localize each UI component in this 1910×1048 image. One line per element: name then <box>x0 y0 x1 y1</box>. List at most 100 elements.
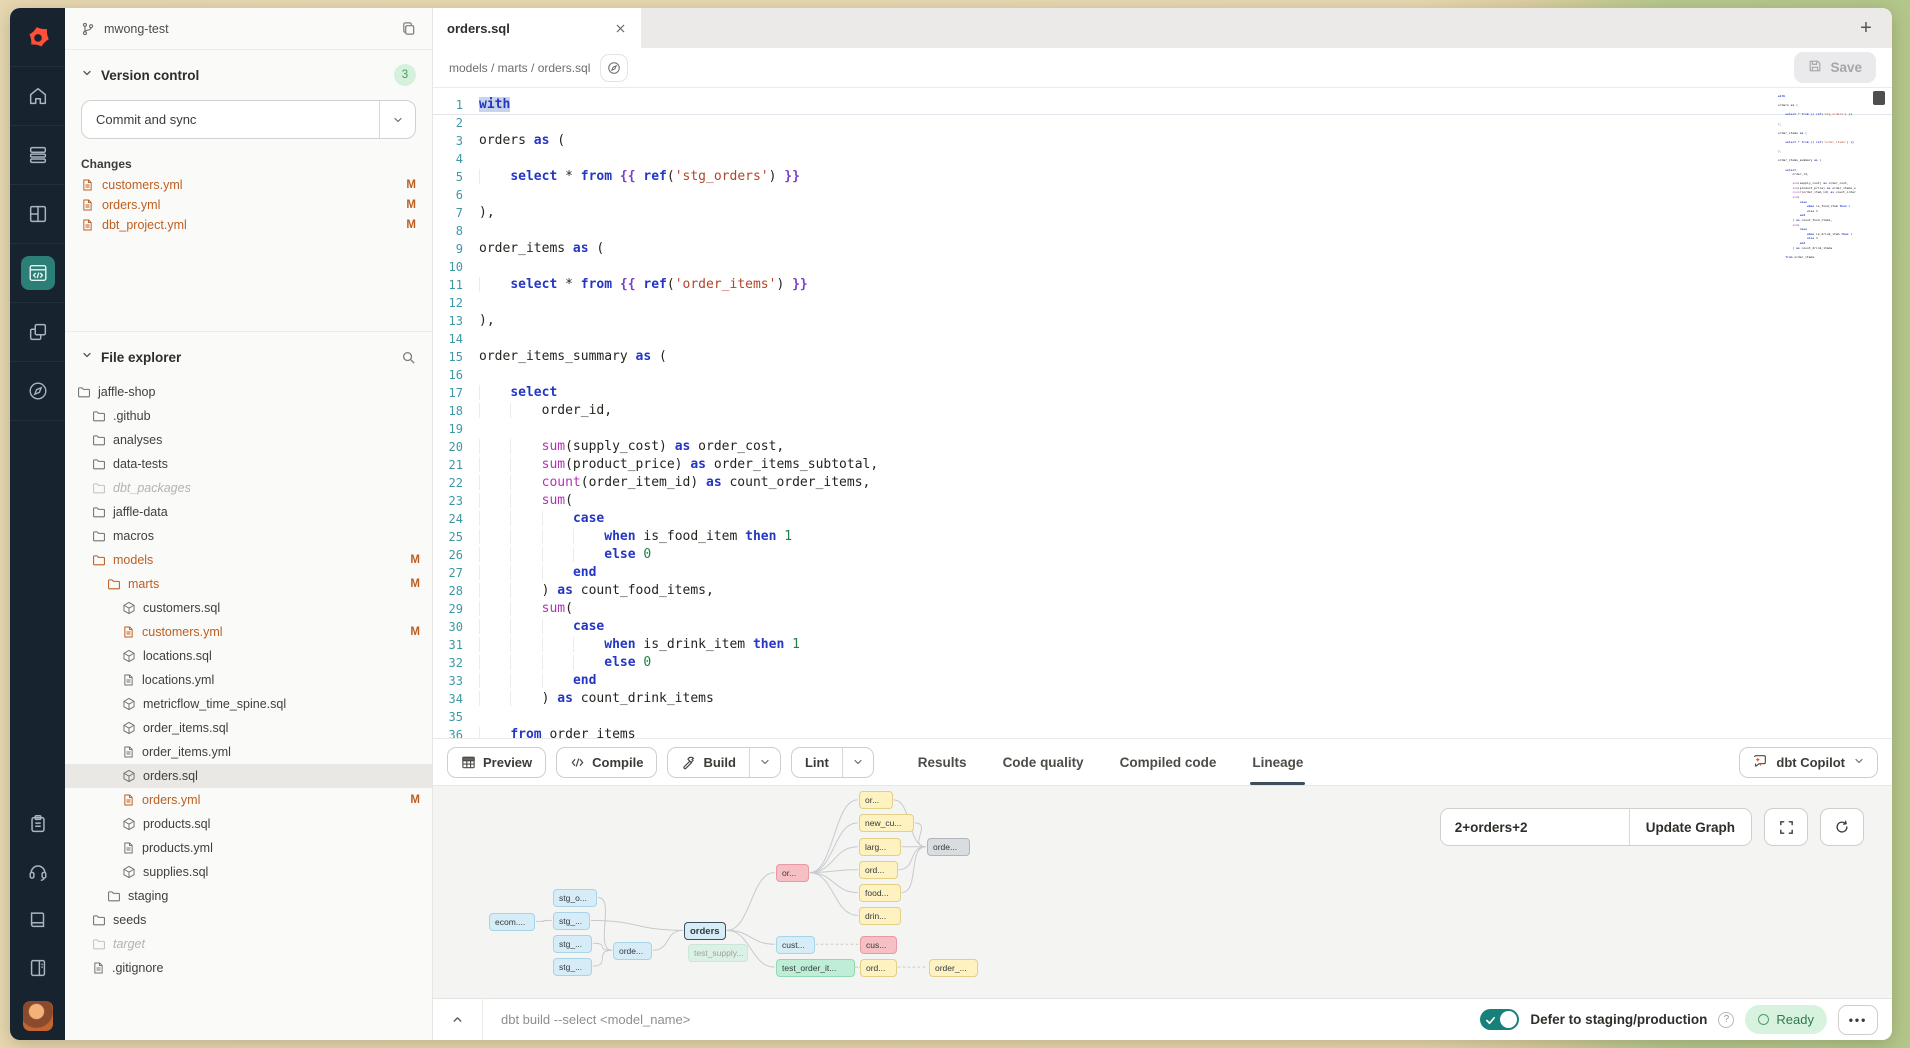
tree-item-data-tests[interactable]: data-tests <box>65 452 432 476</box>
tree-item-orders-yml[interactable]: orders.ymlM <box>65 788 432 812</box>
line-number: 8 <box>433 222 479 240</box>
changed-file[interactable]: dbt_project.ymlM <box>65 215 432 235</box>
changed-file[interactable]: customers.ymlM <box>65 175 432 195</box>
tree-item-order-items-yml[interactable]: order_items.yml <box>65 740 432 764</box>
tree-item-macros[interactable]: macros <box>65 524 432 548</box>
lineage-node-stg_3[interactable]: stg_... <box>553 958 592 976</box>
lineage-node-cust[interactable]: cust... <box>776 936 815 954</box>
refresh-icon[interactable] <box>1820 808 1864 846</box>
tree-item-supplies-sql[interactable]: supplies.sql <box>65 860 432 884</box>
lineage-node-test_oi[interactable]: test_order_it... <box>776 959 855 977</box>
copilot-chat-icon <box>1752 753 1768 772</box>
dbt-command-input[interactable]: dbt build --select <model_name> <box>483 1012 1480 1027</box>
tree-item-products-sql[interactable]: products.sql <box>65 812 432 836</box>
lineage-node-orders[interactable]: orders <box>684 922 726 940</box>
tree-item-orders-sql[interactable]: orders.sql <box>65 764 432 788</box>
editor-scrollbar-thumb[interactable] <box>1873 91 1885 105</box>
lineage-node-y_drin[interactable]: drin... <box>859 907 901 925</box>
tree-item-models[interactable]: modelsM <box>65 548 432 572</box>
lineage-node-stg_2[interactable]: stg_... <box>553 935 592 953</box>
tree-item-marts[interactable]: martsM <box>65 572 432 596</box>
new-tab-button[interactable]: + <box>1840 8 1892 48</box>
search-icon[interactable] <box>401 350 416 365</box>
lint-button[interactable]: Lint <box>791 747 874 778</box>
lineage-node-or_pink[interactable]: or... <box>776 864 809 882</box>
tree-item-customers-yml[interactable]: customers.ymlM <box>65 620 432 644</box>
update-graph-button[interactable]: Update Graph <box>1629 809 1751 845</box>
tab-results[interactable]: Results <box>918 739 967 785</box>
lineage-node-stg_1[interactable]: stg_... <box>553 912 590 930</box>
clipboard-icon[interactable] <box>10 800 65 848</box>
windows-icon[interactable] <box>10 303 65 362</box>
lineage-node-y_new[interactable]: new_cu... <box>859 814 914 832</box>
lineage-node-g_orde[interactable]: orde... <box>927 838 970 856</box>
tree-item-target[interactable]: target <box>65 932 432 956</box>
tab-lineage[interactable]: Lineage <box>1252 739 1303 785</box>
panel-icon[interactable] <box>10 944 65 992</box>
code-editor[interactable]: 1with23orders as (45 select * from {{ re… <box>433 88 1892 738</box>
model-icon <box>122 865 136 879</box>
status-label: Ready <box>1776 1012 1814 1027</box>
tree-item-staging[interactable]: staging <box>65 884 432 908</box>
lineage-node-y_ord[interactable]: ord... <box>859 861 898 879</box>
more-options-button[interactable]: ••• <box>1838 1005 1878 1035</box>
editor-minimap[interactable]: with orders as ( select * from {{ ref('s… <box>1778 94 1856 264</box>
copy-branch-button[interactable] <box>401 21 416 36</box>
tree-item-dbt-packages[interactable]: dbt_packages <box>65 476 432 500</box>
tab-code-quality[interactable]: Code quality <box>1003 739 1084 785</box>
tree-item-analyses[interactable]: analyses <box>65 428 432 452</box>
tree-item--gitignore[interactable]: .gitignore <box>65 956 432 980</box>
tab-compiled-code[interactable]: Compiled code <box>1120 739 1217 785</box>
defer-toggle[interactable] <box>1480 1009 1519 1030</box>
tree-item-locations-yml[interactable]: locations.yml <box>65 668 432 692</box>
dbt-copilot-button[interactable]: dbt Copilot <box>1739 747 1878 778</box>
lineage-compass-icon[interactable] <box>600 54 628 82</box>
grid-icon[interactable] <box>10 185 65 244</box>
tree-item-metricflow-time-spine-sql[interactable]: metricflow_time_spine.sql <box>65 692 432 716</box>
tree-item-order-items-sql[interactable]: order_items.sql <box>65 716 432 740</box>
tree-item-jaffle-shop[interactable]: jaffle-shop <box>65 380 432 404</box>
headset-icon[interactable] <box>10 848 65 896</box>
compile-button[interactable]: Compile <box>556 747 657 778</box>
lineage-node-y_or[interactable]: or... <box>859 791 893 809</box>
lineage-node-cus_pink[interactable]: cus... <box>860 936 897 954</box>
commit-options-dropdown[interactable] <box>379 101 415 138</box>
dbt-logo-icon[interactable] <box>10 8 65 67</box>
lineage-node-ecom[interactable]: ecom.... <box>489 913 535 931</box>
lineage-node-test_sup[interactable]: test_supply... <box>688 944 748 962</box>
lineage-node-y_larg[interactable]: larg... <box>859 838 901 856</box>
compass-icon[interactable] <box>10 362 65 421</box>
lineage-node-stg_o[interactable]: stg_o... <box>553 889 597 907</box>
version-control-header[interactable]: Version control 3 <box>65 50 432 96</box>
user-avatar[interactable] <box>10 992 65 1040</box>
tree-item-products-yml[interactable]: products.yml <box>65 836 432 860</box>
breadcrumb-bar: models / marts / orders.sql Save <box>433 48 1892 88</box>
lineage-selector-input[interactable] <box>1441 809 1629 845</box>
lineage-node-y_food[interactable]: food... <box>859 884 901 902</box>
lint-dropdown[interactable] <box>842 748 873 777</box>
tab-orders-sql[interactable]: orders.sql <box>433 8 641 48</box>
save-button[interactable]: Save <box>1794 52 1876 83</box>
book-icon[interactable] <box>10 896 65 944</box>
build-dropdown[interactable] <box>749 748 780 777</box>
file-explorer-header[interactable]: File explorer <box>65 332 432 376</box>
tree-item-locations-sql[interactable]: locations.sql <box>65 644 432 668</box>
lineage-node-orde1[interactable]: orde... <box>613 942 652 960</box>
commit-and-sync-button[interactable]: Commit and sync <box>81 100 416 139</box>
close-tab-icon[interactable] <box>614 22 627 35</box>
home-icon[interactable] <box>10 67 65 126</box>
stack-icon[interactable] <box>10 126 65 185</box>
lineage-node-y_ord2[interactable]: ord... <box>860 959 897 977</box>
help-icon[interactable]: ? <box>1718 1012 1734 1028</box>
fullscreen-icon[interactable] <box>1764 808 1808 846</box>
chevron-up-icon[interactable] <box>433 999 483 1040</box>
preview-button[interactable]: Preview <box>447 747 546 778</box>
build-button[interactable]: Build <box>667 747 781 778</box>
changed-file[interactable]: orders.ymlM <box>65 195 432 215</box>
tree-item-jaffle-data[interactable]: jaffle-data <box>65 500 432 524</box>
code-editor-icon[interactable] <box>10 244 65 303</box>
lineage-node-y_order3[interactable]: order_... <box>929 959 978 977</box>
tree-item--github[interactable]: .github <box>65 404 432 428</box>
tree-item-seeds[interactable]: seeds <box>65 908 432 932</box>
tree-item-customers-sql[interactable]: customers.sql <box>65 596 432 620</box>
